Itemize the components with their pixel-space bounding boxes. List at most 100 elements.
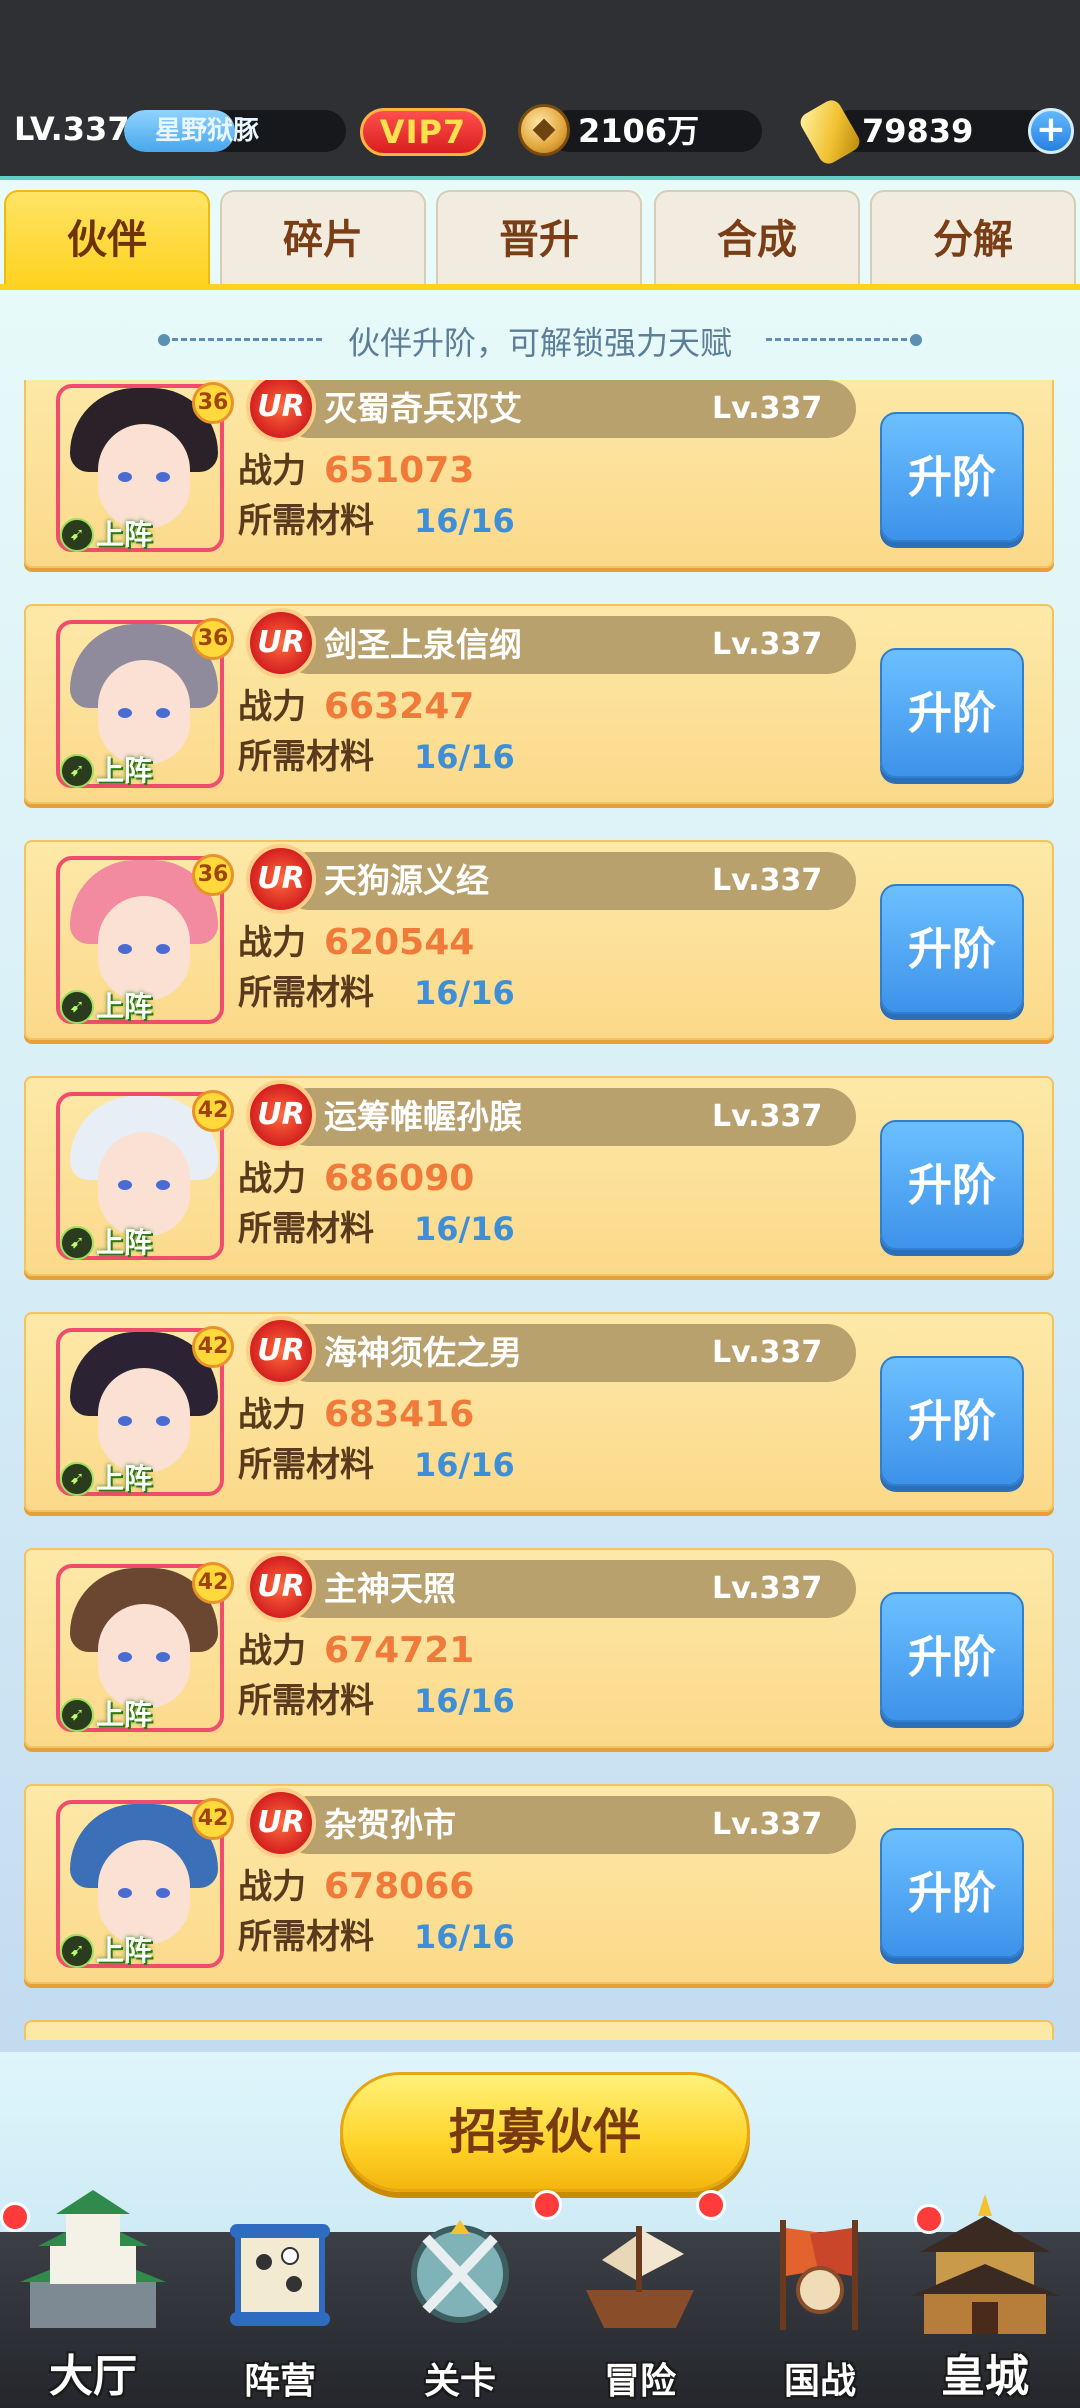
tab-decompose[interactable]: 分解 xyxy=(870,190,1076,286)
upgrade-button[interactable]: 升阶 xyxy=(880,648,1024,778)
tab-underline xyxy=(0,284,1080,290)
materials-value: 16/16 xyxy=(414,1682,515,1720)
hero-card[interactable]: 42 ➹ 上阵 UR 主神天照 Lv.337 战力 674721 所需材料 16… xyxy=(24,1548,1054,1748)
hero-portrait-eye xyxy=(156,708,170,718)
vip-badge[interactable]: VIP7 xyxy=(360,108,486,156)
upgrade-button[interactable]: 升阶 xyxy=(880,884,1024,1014)
plus-icon[interactable]: + xyxy=(1028,108,1074,154)
hero-card[interactable]: 36 ➹ 上阵 UR 灭蜀奇兵邓艾 Lv.337 战力 651073 所需材料 … xyxy=(24,380,1054,568)
player-name-bar[interactable]: 星野狱豚 xyxy=(124,110,346,152)
power-label: 战力 xyxy=(238,1395,306,1435)
materials-label: 所需材料 xyxy=(238,1917,374,1957)
ship-icon xyxy=(586,2226,694,2328)
hero-portrait-face xyxy=(98,660,190,764)
deploy-label: 上阵 xyxy=(96,1698,153,1731)
hero-star-badge: 36 xyxy=(192,854,234,896)
coin-amount: 2106万 xyxy=(578,112,700,150)
deploy-label: 上阵 xyxy=(96,754,153,787)
hero-list[interactable]: 36 ➹ 上阵 UR 灭蜀奇兵邓艾 Lv.337 战力 651073 所需材料 … xyxy=(0,380,1080,2040)
hero-level: Lv.337 xyxy=(712,863,823,898)
deploy-tag: ➹ 上阵 xyxy=(60,1226,184,1260)
hero-name: 灭蜀奇兵邓艾 xyxy=(324,389,522,428)
hero-card-partial[interactable] xyxy=(24,2020,1054,2040)
nav-label: 国战 xyxy=(783,2361,856,2402)
tab-bar: 伙伴 碎片 晋升 合成 分解 xyxy=(0,190,1080,286)
materials-value: 16/16 xyxy=(414,1446,515,1484)
power-label: 战力 xyxy=(238,923,306,963)
ur-rarity-badge: UR xyxy=(246,1316,316,1386)
nav-hall[interactable]: 大厅 xyxy=(0,2172,186,2408)
hero-card[interactable]: 36 ➹ 上阵 UR 剑圣上泉信纲 Lv.337 战力 663247 所需材料 … xyxy=(24,604,1054,804)
upgrade-button[interactable]: 升阶 xyxy=(880,1120,1024,1250)
power-label: 战力 xyxy=(238,451,306,491)
deploy-label: 上阵 xyxy=(96,1462,153,1495)
power-label: 战力 xyxy=(238,1631,306,1671)
hero-portrait-eye xyxy=(118,944,132,954)
nav-label: 关卡 xyxy=(423,2361,496,2402)
hero-name: 杂贺孙市 xyxy=(324,1805,456,1844)
hero-card[interactable]: 42 ➹ 上阵 UR 海神须佐之男 Lv.337 战力 683416 所需材料 … xyxy=(24,1312,1054,1512)
hero-card[interactable]: 42 ➹ 上阵 UR 杂贺孙市 Lv.337 战力 678066 所需材料 16… xyxy=(24,1784,1054,1984)
upgrade-button[interactable]: 升阶 xyxy=(880,1592,1024,1722)
recruit-button[interactable]: 招募伙伴 xyxy=(340,2072,750,2192)
deploy-label: 上阵 xyxy=(96,518,153,551)
hero-card[interactable]: 42 ➹ 上阵 UR 运筹帷幄孙膑 Lv.337 战力 686090 所需材料 … xyxy=(24,1076,1054,1276)
hero-level: Lv.337 xyxy=(712,1571,823,1606)
deploy-icon: ➹ xyxy=(60,1698,94,1732)
nav-label: 阵营 xyxy=(243,2361,316,2402)
tab-fragments[interactable]: 碎片 xyxy=(220,190,426,286)
hero-portrait-eye xyxy=(156,944,170,954)
power-label: 战力 xyxy=(238,687,306,727)
materials-value: 16/16 xyxy=(414,738,515,776)
materials-label: 所需材料 xyxy=(238,1209,374,1249)
hero-level: Lv.337 xyxy=(712,391,823,426)
power-value: 683416 xyxy=(324,1394,475,1435)
deploy-icon: ➹ xyxy=(60,1934,94,1968)
upgrade-button[interactable]: 升阶 xyxy=(880,1356,1024,1486)
hero-name: 剑圣上泉信纲 xyxy=(324,625,522,664)
deploy-tag: ➹ 上阵 xyxy=(60,1462,184,1496)
notification-dot xyxy=(696,2190,726,2220)
tab-partner[interactable]: 伙伴 xyxy=(4,190,210,286)
nav-imperial-city[interactable]: 皇城 xyxy=(890,2172,1080,2408)
deploy-icon: ➹ xyxy=(60,1226,94,1260)
nav-adventure[interactable]: 冒险 xyxy=(532,2190,730,2408)
deploy-icon: ➹ xyxy=(60,754,94,788)
hero-star-badge: 36 xyxy=(192,618,234,660)
deploy-label: 上阵 xyxy=(96,1934,153,1967)
hero-portrait-eye xyxy=(118,1416,132,1426)
hero-portrait-eye xyxy=(118,708,132,718)
hero-portrait-eye xyxy=(156,1888,170,1898)
nav-camp[interactable]: 阵营 xyxy=(190,2190,370,2408)
materials-value: 16/16 xyxy=(414,1918,515,1956)
nav-label: 大厅 xyxy=(49,2351,137,2402)
deploy-tag: ➹ 上阵 xyxy=(60,990,184,1024)
hero-portrait-eye xyxy=(156,1180,170,1190)
hero-portrait-eye xyxy=(156,472,170,482)
deploy-label: 上阵 xyxy=(96,1226,153,1259)
nav-stage[interactable]: 关卡 xyxy=(370,2190,550,2408)
materials-label: 所需材料 xyxy=(238,1681,374,1721)
power-value: 620544 xyxy=(324,922,475,963)
hero-level: Lv.337 xyxy=(712,1099,823,1134)
castle-icon xyxy=(20,2190,166,2328)
hint-dot-right xyxy=(910,334,922,346)
deploy-label: 上阵 xyxy=(96,990,153,1023)
tab-synthesis[interactable]: 合成 xyxy=(654,190,860,286)
deploy-tag: ➹ 上阵 xyxy=(60,1698,184,1732)
power-value: 686090 xyxy=(324,1158,475,1199)
ur-rarity-badge: UR xyxy=(246,1080,316,1150)
hero-name: 运筹帷幄孙膑 xyxy=(324,1097,522,1136)
deploy-icon: ➹ xyxy=(60,990,94,1024)
hero-portrait-eye xyxy=(156,1416,170,1426)
ur-rarity-badge: UR xyxy=(246,844,316,914)
deploy-icon: ➹ xyxy=(60,1462,94,1496)
nav-national-war[interactable]: 国战 xyxy=(696,2190,910,2408)
hero-card[interactable]: 36 ➹ 上阵 UR 天狗源义经 Lv.337 战力 620544 所需材料 1… xyxy=(24,840,1054,1040)
hero-portrait-face xyxy=(98,424,190,528)
notification-dot xyxy=(914,2204,944,2234)
upgrade-button[interactable]: 升阶 xyxy=(880,412,1024,542)
tab-promotion[interactable]: 晋升 xyxy=(436,190,642,286)
deploy-tag: ➹ 上阵 xyxy=(60,1934,184,1968)
upgrade-button[interactable]: 升阶 xyxy=(880,1828,1024,1958)
